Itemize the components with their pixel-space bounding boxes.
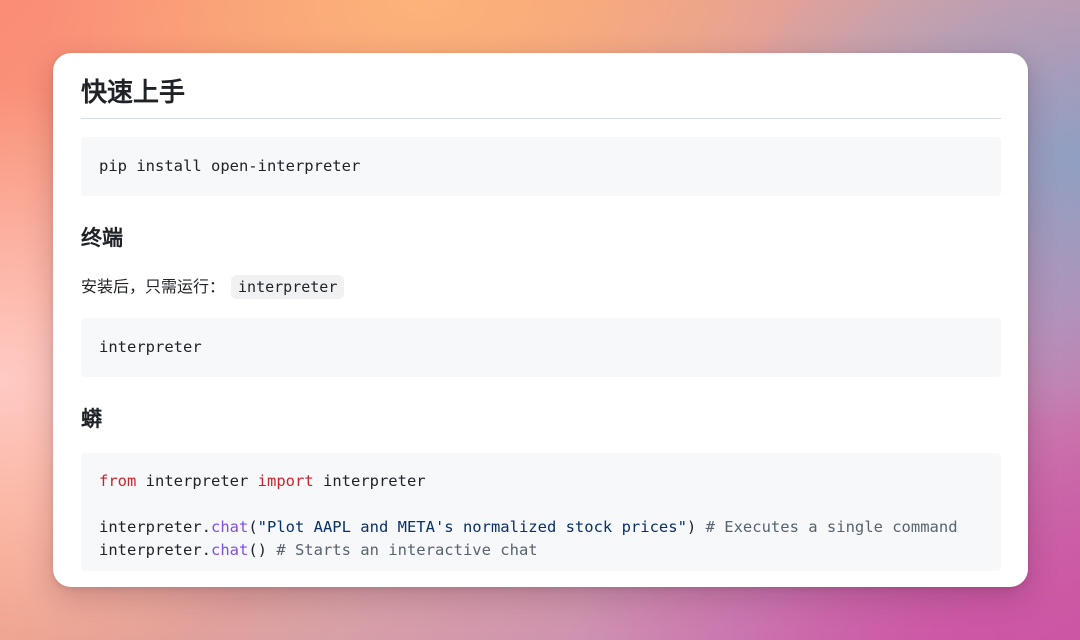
function-chat: chat xyxy=(210,541,249,559)
code-comment: # Executes a single command xyxy=(705,518,958,536)
terminal-paragraph: 安装后，只需运行： interpreter xyxy=(81,273,345,301)
inline-code-interpreter[interactable]: interpreter xyxy=(231,275,345,299)
keyword-import: import xyxy=(257,472,314,490)
python-code-block[interactable]: from interpreter import interpreter inter… xyxy=(81,453,1001,571)
terminal-code-block[interactable]: interpreter xyxy=(81,318,1001,377)
terminal-text: 安装后，只需运行： xyxy=(81,277,226,296)
code-line-import[interactable]: from interpreter import interpreter xyxy=(99,470,983,493)
terminal-heading: 终端 xyxy=(81,226,123,250)
object-ref: interpreter. xyxy=(99,541,211,559)
readme-card: 快速上手 pip install open-interpreter 终端 安装后… xyxy=(53,53,1028,587)
page-title: 快速上手 xyxy=(81,78,186,108)
paren-open: ( xyxy=(248,518,258,536)
python-heading: 蟒 xyxy=(81,407,102,431)
code-comment: # Starts an interactive chat xyxy=(276,541,538,559)
install-code-block[interactable]: pip install open-interpreter xyxy=(81,137,1001,196)
terminal-command[interactable]: interpreter xyxy=(99,336,983,359)
title-divider xyxy=(81,118,1001,119)
object-ref: interpreter. xyxy=(99,518,211,536)
paren-close: ) xyxy=(686,518,706,536)
keyword-from: from xyxy=(99,472,137,490)
function-chat: chat xyxy=(210,518,249,536)
code-line-chat-interactive[interactable]: interpreter.chat() # Starts an interacti… xyxy=(99,539,983,562)
install-command[interactable]: pip install open-interpreter xyxy=(99,155,983,178)
import-name: interpreter xyxy=(313,472,426,490)
module-name: interpreter xyxy=(136,472,258,490)
parens: () xyxy=(248,541,277,559)
code-line-chat-command[interactable]: interpreter.chat("Plot AAPL and META's n… xyxy=(99,516,983,539)
string-literal: "Plot AAPL and META's normalized stock p… xyxy=(257,518,687,536)
